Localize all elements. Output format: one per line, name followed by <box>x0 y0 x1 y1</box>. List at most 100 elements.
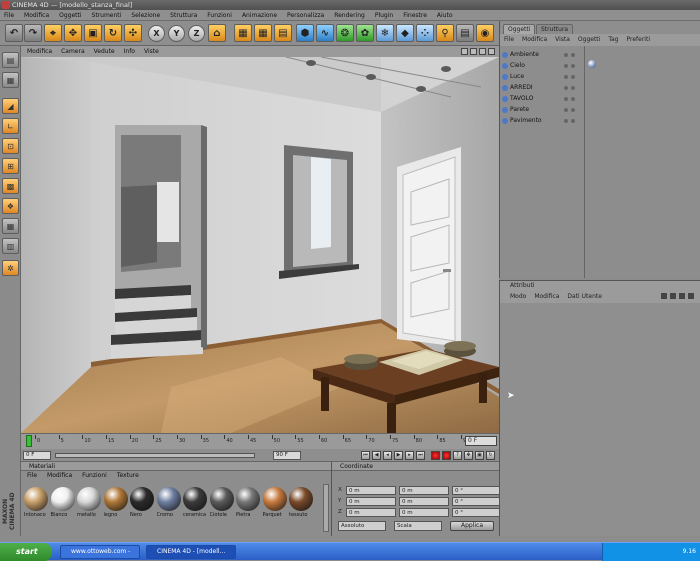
last-tool-button[interactable]: ✣ <box>124 24 142 42</box>
render-visibility-icon[interactable] <box>571 86 575 90</box>
visibility-toggles[interactable] <box>564 53 575 57</box>
visibility-toggles[interactable] <box>564 64 575 68</box>
obj-menu-file[interactable]: File <box>504 34 514 46</box>
editor-visibility-icon[interactable] <box>564 75 568 79</box>
3d-viewport[interactable] <box>21 57 499 433</box>
record-button[interactable] <box>431 451 440 460</box>
render-visibility-icon[interactable] <box>571 97 575 101</box>
autokey-button[interactable] <box>442 451 451 460</box>
object-list-divider[interactable] <box>584 46 585 278</box>
y-axis-button[interactable]: Y <box>168 25 185 42</box>
object-row[interactable]: Parete <box>500 105 586 115</box>
mat-menu-edit[interactable]: Modifica <box>47 471 72 481</box>
camera-button[interactable]: ⚲ <box>436 24 454 42</box>
position-x-field[interactable]: 0 m <box>346 486 396 495</box>
visibility-toggles[interactable] <box>564 108 575 112</box>
visibility-toggles[interactable] <box>564 97 575 101</box>
mat-menu-texture[interactable]: Texture <box>117 471 139 481</box>
material-swatch[interactable] <box>183 487 207 511</box>
vp-menu-display[interactable]: Vedute <box>94 46 115 57</box>
snap-button[interactable]: ▥ <box>2 238 19 254</box>
mat-menu-functions[interactable]: Funzioni <box>82 471 107 481</box>
model-mode-button[interactable]: ▤ <box>2 52 19 68</box>
material-swatch[interactable] <box>130 487 154 511</box>
forward-icon[interactable] <box>679 293 685 299</box>
editor-visibility-icon[interactable] <box>564 64 568 68</box>
axis-mode-button[interactable]: ∟ <box>2 118 19 134</box>
menu-objects[interactable]: Oggetti <box>59 10 81 20</box>
frame-range-slider[interactable] <box>55 453 255 458</box>
vp-menu-edit[interactable]: Modifica <box>27 46 52 57</box>
material-swatch[interactable] <box>289 487 313 511</box>
visibility-toggles[interactable] <box>564 75 575 79</box>
tab-objects[interactable]: Oggetti <box>503 24 536 34</box>
edges-mode-button[interactable]: ⊞ <box>2 158 19 174</box>
menu-render[interactable]: Rendering <box>334 10 365 20</box>
vp-menu-info[interactable]: Info <box>124 46 135 57</box>
pan-icon[interactable] <box>461 48 468 55</box>
rotation-key-button[interactable]: ↻ <box>486 451 495 460</box>
object-row[interactable]: Luce <box>500 72 586 82</box>
attr-menu-userdata[interactable]: Dati Utente <box>567 290 602 303</box>
object-row[interactable]: Cielo <box>500 61 586 71</box>
render-visibility-icon[interactable] <box>571 75 575 79</box>
scale-key-button[interactable]: ▣ <box>475 451 484 460</box>
scene-button[interactable]: ◆ <box>396 24 414 42</box>
taskbar-browser[interactable]: www.ottoweb.com - <box>60 545 140 559</box>
move-tool-button[interactable]: ✥ <box>64 24 82 42</box>
render-visibility-icon[interactable] <box>571 53 575 57</box>
menu-file[interactable]: File <box>4 10 14 20</box>
object-row[interactable]: ARREDI <box>500 83 586 93</box>
size-z-field[interactable]: 0 m <box>399 508 449 517</box>
current-frame-field[interactable]: 0 F <box>465 436 497 446</box>
material-swatch[interactable] <box>50 487 75 511</box>
size-mode-dropdown[interactable]: Scala <box>394 521 442 531</box>
keyframe-selection-button[interactable]: ? <box>453 451 462 460</box>
render-view-button[interactable]: ▦ <box>234 24 252 42</box>
rotation-h-field[interactable]: 0 ° <box>452 486 502 495</box>
render-visibility-icon[interactable] <box>571 119 575 123</box>
visibility-toggles[interactable] <box>564 119 575 123</box>
deformer-button[interactable]: ❄ <box>376 24 394 42</box>
obj-menu-edit[interactable]: Modifica <box>522 34 547 46</box>
material-swatch[interactable] <box>209 487 234 511</box>
menu-windows[interactable]: Finestre <box>403 10 427 20</box>
texture-mode-button[interactable]: ◢ <box>2 98 19 114</box>
attributes-panel[interactable] <box>499 303 700 536</box>
material-swatch[interactable] <box>77 487 101 511</box>
timeline-playhead[interactable] <box>26 435 32 447</box>
vp-menu-camera[interactable]: Camera <box>61 46 85 57</box>
position-z-field[interactable]: 0 m <box>346 508 396 517</box>
lock-icon[interactable] <box>688 293 694 299</box>
editor-visibility-icon[interactable] <box>564 97 568 101</box>
editor-visibility-icon[interactable] <box>564 119 568 123</box>
obj-menu-objects[interactable]: Oggetti <box>578 34 600 46</box>
editor-visibility-icon[interactable] <box>564 86 568 90</box>
rotation-p-field[interactable]: 0 ° <box>452 497 502 506</box>
x-axis-button[interactable]: X <box>148 25 165 42</box>
zoom-icon[interactable] <box>470 48 477 55</box>
menu-customize[interactable]: Personalizza <box>287 10 324 20</box>
object-row[interactable]: Pavimento <box>500 116 586 126</box>
attr-menu-mode[interactable]: Modo <box>510 290 526 303</box>
workplane-button[interactable]: ✲ <box>2 260 19 276</box>
menu-plugins[interactable]: Plugin <box>375 10 393 20</box>
rotation-b-field[interactable]: 0 ° <box>452 508 502 517</box>
undo-button[interactable]: ↶ <box>5 24 23 42</box>
menu-functions[interactable]: Funzioni <box>207 10 232 20</box>
menu-selection[interactable]: Selezione <box>131 10 160 20</box>
render-visibility-icon[interactable] <box>571 108 575 112</box>
render-visibility-icon[interactable] <box>571 64 575 68</box>
prev-key-button[interactable]: ◀ <box>372 451 381 460</box>
z-axis-button[interactable]: Z <box>188 25 205 42</box>
taskbar-cinema4d[interactable]: CINEMA 4D - [modell... <box>146 545 236 559</box>
redo-button[interactable]: ↷ <box>24 24 42 42</box>
obj-menu-view[interactable]: Vista <box>555 34 570 46</box>
render-picture-viewer-button[interactable]: ▦ <box>254 24 272 42</box>
array-button[interactable]: ✿ <box>356 24 374 42</box>
go-to-start-button[interactable]: ⏮ <box>361 451 370 460</box>
material-tag-icon[interactable] <box>588 60 596 68</box>
material-scrollbar[interactable] <box>323 484 329 532</box>
live-selection-button[interactable]: ⌖ <box>44 24 62 42</box>
solo-button[interactable]: ▦ <box>2 218 19 234</box>
